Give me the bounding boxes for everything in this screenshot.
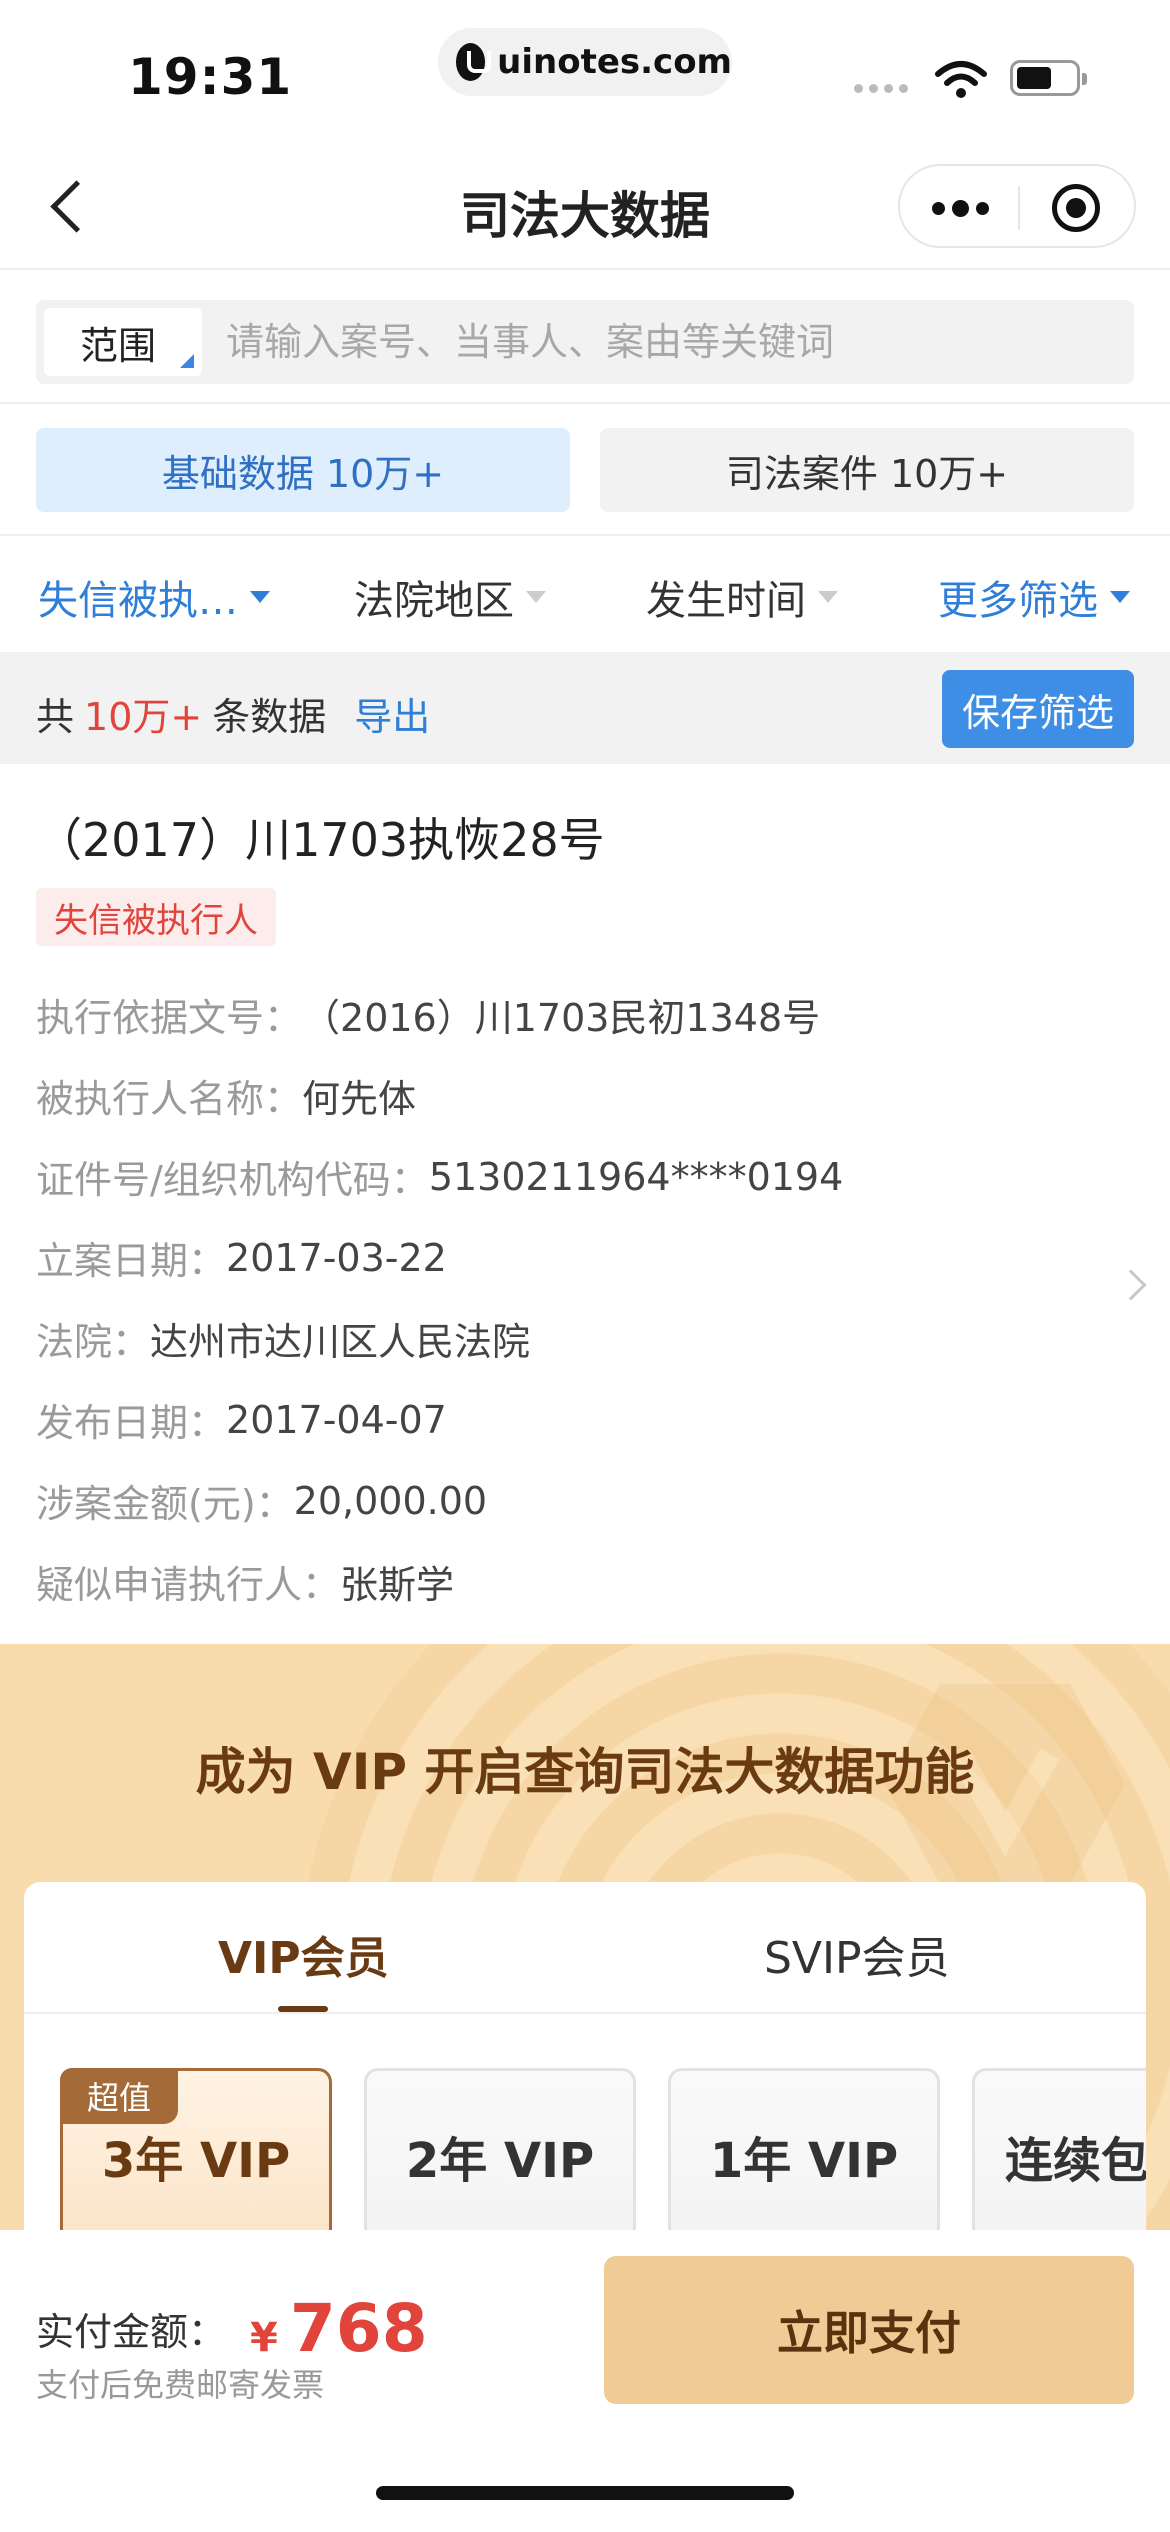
vip-headline: 成为 VIP 开启查询司法大数据功能 [195,1743,975,1801]
field-filing-date: 立案日期： 2017-03-22 [36,1235,447,1284]
field-publish-date: 发布日期： 2017-04-07 [36,1397,447,1446]
tab-basic-data[interactable]: 基础数据 10万+ [36,428,570,512]
filter-label: 更多筛选 [938,578,1098,624]
home-indicator[interactable] [376,2486,794,2500]
tab-svip[interactable]: SVIP会员 [764,1922,950,1986]
plan-name: 连续包 [1005,2133,1146,2189]
field-amount: 涉案金额(元)： 20,000.00 [36,1478,488,1527]
caret-down-icon [250,591,270,603]
chevron-right-icon [1115,1269,1147,1301]
save-filter-button[interactable]: 保存筛选 [942,670,1134,748]
url-text: uinotes.com [497,42,732,82]
value-badge: 超值 [60,2068,178,2124]
pay-label: 实付金额： [36,2310,227,2354]
caret-down-icon [818,591,838,603]
scope-dropdown[interactable]: 范围 [44,308,202,376]
status-time: 19:31 [128,48,293,106]
tab-judicial-cases[interactable]: 司法案件 10万+ [600,428,1134,512]
filter-more[interactable]: 更多筛选 [938,568,1130,626]
filter-label: 法院地区 [354,578,514,624]
case-number: （2017）川1703执恢28号 [36,813,605,867]
result-count-value: 10万+ [84,695,203,739]
filter-court-region[interactable]: 法院地区 [354,568,546,626]
scope-label: 范围 [80,323,157,368]
record-card[interactable]: （2017）川1703执恢28号 失信被执行人 执行依据文号： （2016）川17… [0,764,1170,1644]
search-bar: 范围 [36,300,1134,384]
site-logo-icon [456,43,492,81]
wifi-icon [935,61,987,98]
record-fields: 执行依据文号： （2016）川1703民初1348号 被执行人名称： 何先体 证件号… [36,974,843,1622]
field-basis-doc: 执行依据文号： （2016）川1703民初1348号 [36,996,821,1040]
plan-name: 3年 VIP [101,2133,291,2189]
nav-bar: 司法大数据 [0,140,1170,270]
pay-amount: ¥ 768 [250,2290,428,2367]
search-input[interactable] [226,308,1106,376]
filter-row: 失信被执… 法院地区 发生时间 更多筛选 [0,546,1170,652]
export-link[interactable]: 导出 [354,686,430,741]
tab-vip[interactable]: VIP会员 [218,1922,389,1986]
filter-dishonest[interactable]: 失信被执… [38,568,270,626]
field-id-number: 证件号/组织机构代码： 5130211964****0194 [36,1154,844,1203]
field-executee-name: 被执行人名称： 何先体 [36,1077,417,1121]
pay-amount-row: 实付金额： ¥ 768 [36,2290,428,2367]
filter-label: 发生时间 [646,578,806,624]
filter-time[interactable]: 发生时间 [646,568,838,626]
amount-value: 768 [289,2290,428,2367]
status-bar: 19:31 uinotes.com [0,0,1170,140]
status-badge: 失信被执行人 [36,888,276,946]
corner-triangle-icon [180,354,194,368]
caret-down-icon [1110,591,1130,603]
pay-now-button[interactable]: 立即支付 [604,2256,1134,2404]
plan-name: 2年 VIP [405,2133,595,2189]
summary-bar: 共 10万+ 条数据 导出 保存筛选 [0,652,1170,764]
caret-down-icon [526,591,546,603]
mini-program-capsule [898,164,1136,248]
result-count: 共 10万+ 条数据 导出 [36,686,430,741]
plan-name: 1年 VIP [709,2133,899,2189]
battery-icon [1010,60,1087,96]
invoice-note: 支付后免费邮寄发票 [36,2366,325,2404]
url-pill: uinotes.com [438,28,732,96]
target-close-icon[interactable] [1052,184,1100,232]
signal-icon [854,84,908,93]
more-dots-icon[interactable] [932,200,989,217]
filter-label: 失信被执… [38,578,238,624]
field-applicant: 疑似申请执行人： 张斯学 [36,1563,455,1607]
field-court: 法院： 达州市达川区人民法院 [36,1320,531,1364]
currency-symbol: ¥ [250,2315,278,2361]
